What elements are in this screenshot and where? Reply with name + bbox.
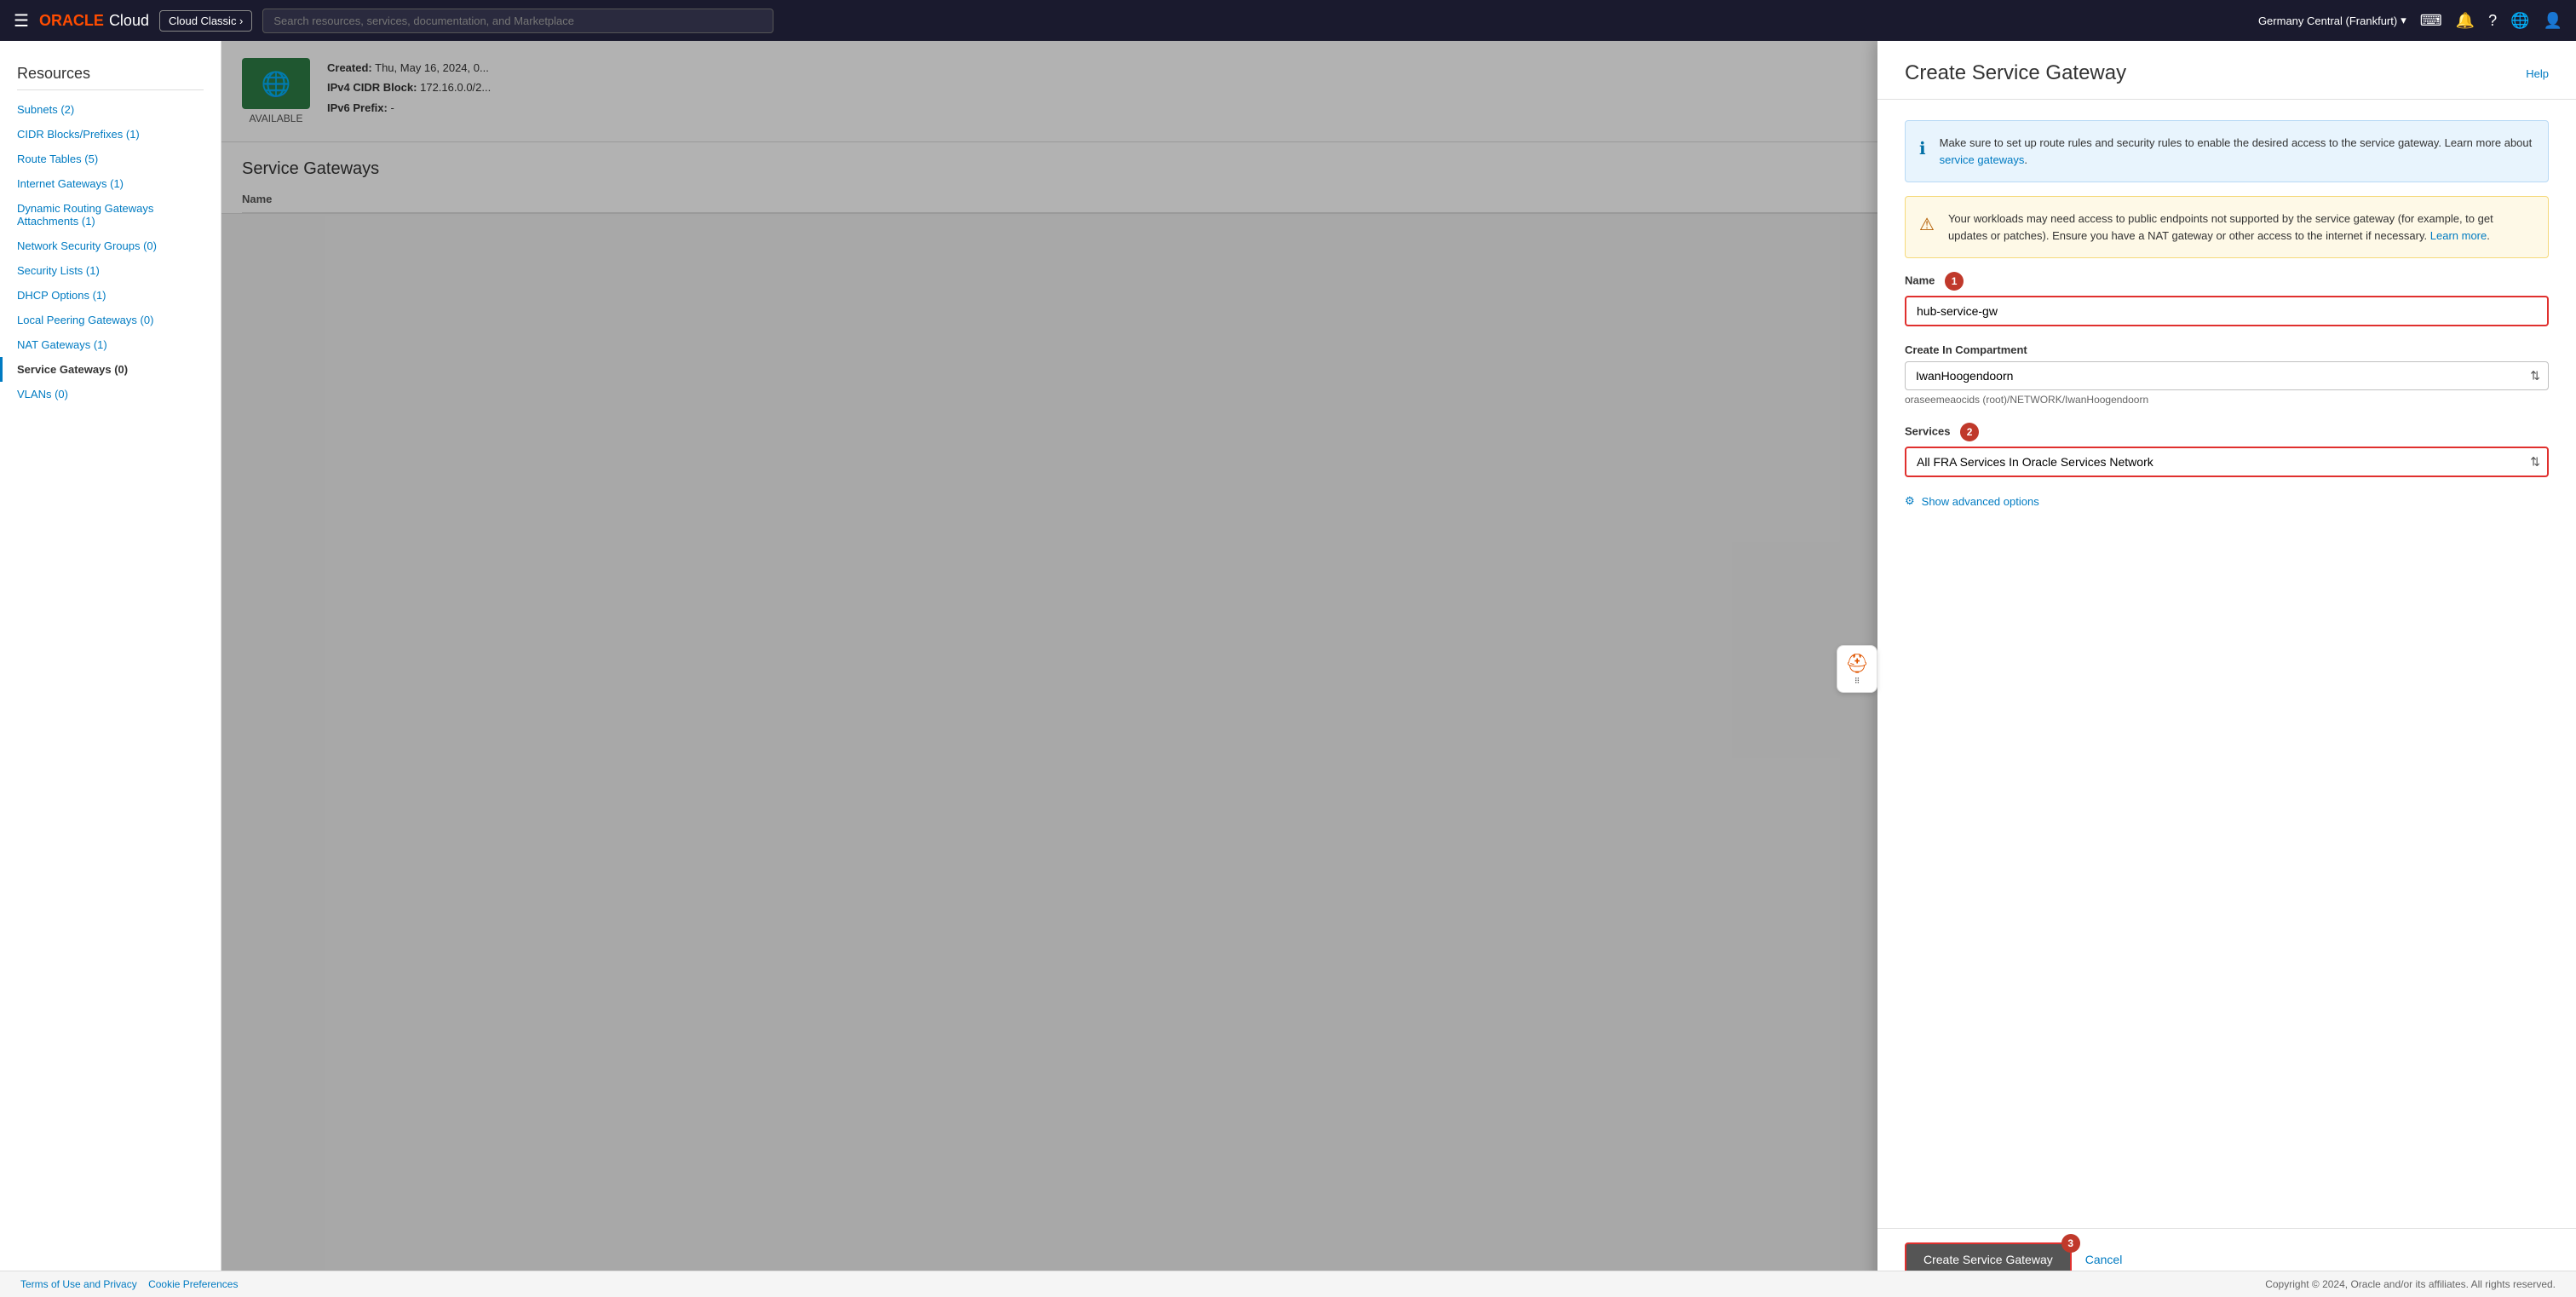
chevron-down-icon: ▾ bbox=[2401, 14, 2406, 27]
compartment-hint: oraseemeaocids (root)/NETWORK/IwanHoogen… bbox=[1905, 394, 2549, 406]
topnav-icons: ⌨ 🔔 ? 🌐 👤 bbox=[2420, 12, 2562, 30]
sidebar-item-vlans[interactable]: VLANs (0) bbox=[0, 382, 221, 406]
info-amber-text: Your workloads may need access to public… bbox=[1948, 210, 2534, 244]
search-input[interactable] bbox=[262, 9, 773, 33]
main-layout: Resources Subnets (2) CIDR Blocks/Prefix… bbox=[0, 41, 2576, 1297]
name-form-group: Name 1 bbox=[1905, 272, 2549, 326]
sidebar-item-service-gateways[interactable]: Service Gateways (0) bbox=[0, 357, 221, 382]
info-banner-blue: ℹ Make sure to set up route rules and se… bbox=[1905, 120, 2549, 182]
modal-panel: Create Service Gateway Help ℹ Make sure … bbox=[1877, 41, 2576, 1297]
info-banner-amber: ⚠ Your workloads may need access to publ… bbox=[1905, 196, 2549, 258]
footer-copyright: Copyright © 2024, Oracle and/or its affi… bbox=[2265, 1278, 2556, 1290]
service-gateways-link[interactable]: service gateways bbox=[1940, 153, 2025, 166]
sidebar-item-security-lists[interactable]: Security Lists (1) bbox=[0, 258, 221, 283]
cloud-text: Cloud bbox=[109, 12, 149, 30]
info-circle-icon: ℹ bbox=[1919, 136, 1926, 162]
sidebar-item-local-peering[interactable]: Local Peering Gateways (0) bbox=[0, 308, 221, 332]
sidebar-item-subnets[interactable]: Subnets (2) bbox=[0, 97, 221, 122]
resources-title: Resources bbox=[0, 55, 221, 89]
step-2-badge: 2 bbox=[1960, 423, 1979, 441]
modal-title: Create Service Gateway bbox=[1905, 61, 2126, 85]
oracle-text: ORACLE bbox=[39, 12, 104, 30]
content-area: 🌐 AVAILABLE Created: Thu, May 16, 2024, … bbox=[221, 41, 2576, 1297]
sidebar-item-drg-attachments[interactable]: Dynamic Routing Gateways Attachments (1) bbox=[0, 196, 221, 233]
resources-divider bbox=[17, 89, 204, 90]
oracle-logo: ORACLE Cloud bbox=[39, 12, 149, 30]
sidebar-item-dhcp-options[interactable]: DHCP Options (1) bbox=[0, 283, 221, 308]
cancel-button[interactable]: Cancel bbox=[2085, 1253, 2123, 1266]
help-widget: ⛑ ⠿ bbox=[1837, 645, 1877, 693]
footer-left: Terms of Use and Privacy Cookie Preferen… bbox=[20, 1278, 238, 1290]
bell-icon[interactable]: 🔔 bbox=[2456, 12, 2475, 30]
info-blue-text: Make sure to set up route rules and secu… bbox=[1940, 135, 2534, 168]
learn-more-link[interactable]: Learn more bbox=[2430, 229, 2487, 242]
developer-icon[interactable]: ⌨ bbox=[2420, 12, 2442, 30]
terms-link[interactable]: Terms of Use and Privacy bbox=[20, 1278, 137, 1290]
services-select[interactable]: All FRA Services In Oracle Services Netw… bbox=[1905, 447, 2549, 477]
advanced-options-label: Show advanced options bbox=[1922, 495, 2039, 508]
warning-icon: ⚠ bbox=[1919, 212, 1935, 238]
compartment-select[interactable]: IwanHoogendoorn bbox=[1905, 361, 2549, 390]
advanced-options-link[interactable]: ⚙ Show advanced options bbox=[1905, 494, 2549, 508]
sidebar-item-route-tables[interactable]: Route Tables (5) bbox=[0, 147, 221, 171]
sidebar-item-nat-gateways[interactable]: NAT Gateways (1) bbox=[0, 332, 221, 357]
modal-header: Create Service Gateway Help bbox=[1877, 41, 2576, 100]
services-label: Services 2 bbox=[1905, 423, 2549, 441]
user-icon[interactable]: 👤 bbox=[2544, 12, 2562, 30]
services-form-group: Services 2 All FRA Services In Oracle Se… bbox=[1905, 423, 2549, 477]
topnav-right: Germany Central (Frankfurt) ▾ ⌨ 🔔 ? 🌐 👤 bbox=[2258, 12, 2562, 30]
compartment-form-group: Create In Compartment IwanHoogendoorn ⇅ … bbox=[1905, 343, 2549, 406]
region-label: Germany Central (Frankfurt) bbox=[2258, 14, 2397, 27]
lifebuoy-icon: ⛑ bbox=[1845, 653, 1869, 675]
modal-help-link[interactable]: Help bbox=[2526, 67, 2549, 80]
services-select-wrapper: All FRA Services In Oracle Services Netw… bbox=[1905, 447, 2549, 477]
hamburger-icon[interactable]: ☰ bbox=[14, 10, 29, 32]
page-footer: Terms of Use and Privacy Cookie Preferen… bbox=[0, 1271, 2576, 1297]
name-label: Name 1 bbox=[1905, 272, 2549, 291]
sidebar-item-cidr[interactable]: CIDR Blocks/Prefixes (1) bbox=[0, 122, 221, 147]
region-selector[interactable]: Germany Central (Frankfurt) ▾ bbox=[2258, 14, 2406, 27]
modal-body: ℹ Make sure to set up route rules and se… bbox=[1877, 100, 2576, 1228]
name-input[interactable] bbox=[1905, 296, 2549, 326]
help-widget-button[interactable]: ⛑ ⠿ bbox=[1837, 645, 1877, 693]
topnav: ☰ ORACLE Cloud Cloud Classic › Germany C… bbox=[0, 0, 2576, 41]
step-1-badge: 1 bbox=[1945, 272, 1964, 291]
sliders-icon: ⚙ bbox=[1905, 494, 1915, 508]
cloud-classic-button[interactable]: Cloud Classic › bbox=[159, 10, 252, 32]
help-widget-dots: ⠿ bbox=[1854, 677, 1860, 686]
sidebar: Resources Subnets (2) CIDR Blocks/Prefix… bbox=[0, 41, 221, 1297]
sidebar-item-internet-gateways[interactable]: Internet Gateways (1) bbox=[0, 171, 221, 196]
help-icon[interactable]: ? bbox=[2488, 12, 2497, 30]
sidebar-item-nsg[interactable]: Network Security Groups (0) bbox=[0, 233, 221, 258]
compartment-select-wrapper: IwanHoogendoorn ⇅ bbox=[1905, 361, 2549, 390]
compartment-label: Create In Compartment bbox=[1905, 343, 2549, 356]
globe-icon[interactable]: 🌐 bbox=[2510, 12, 2529, 30]
cookies-link[interactable]: Cookie Preferences bbox=[148, 1278, 238, 1290]
step-3-badge: 3 bbox=[2061, 1234, 2080, 1253]
